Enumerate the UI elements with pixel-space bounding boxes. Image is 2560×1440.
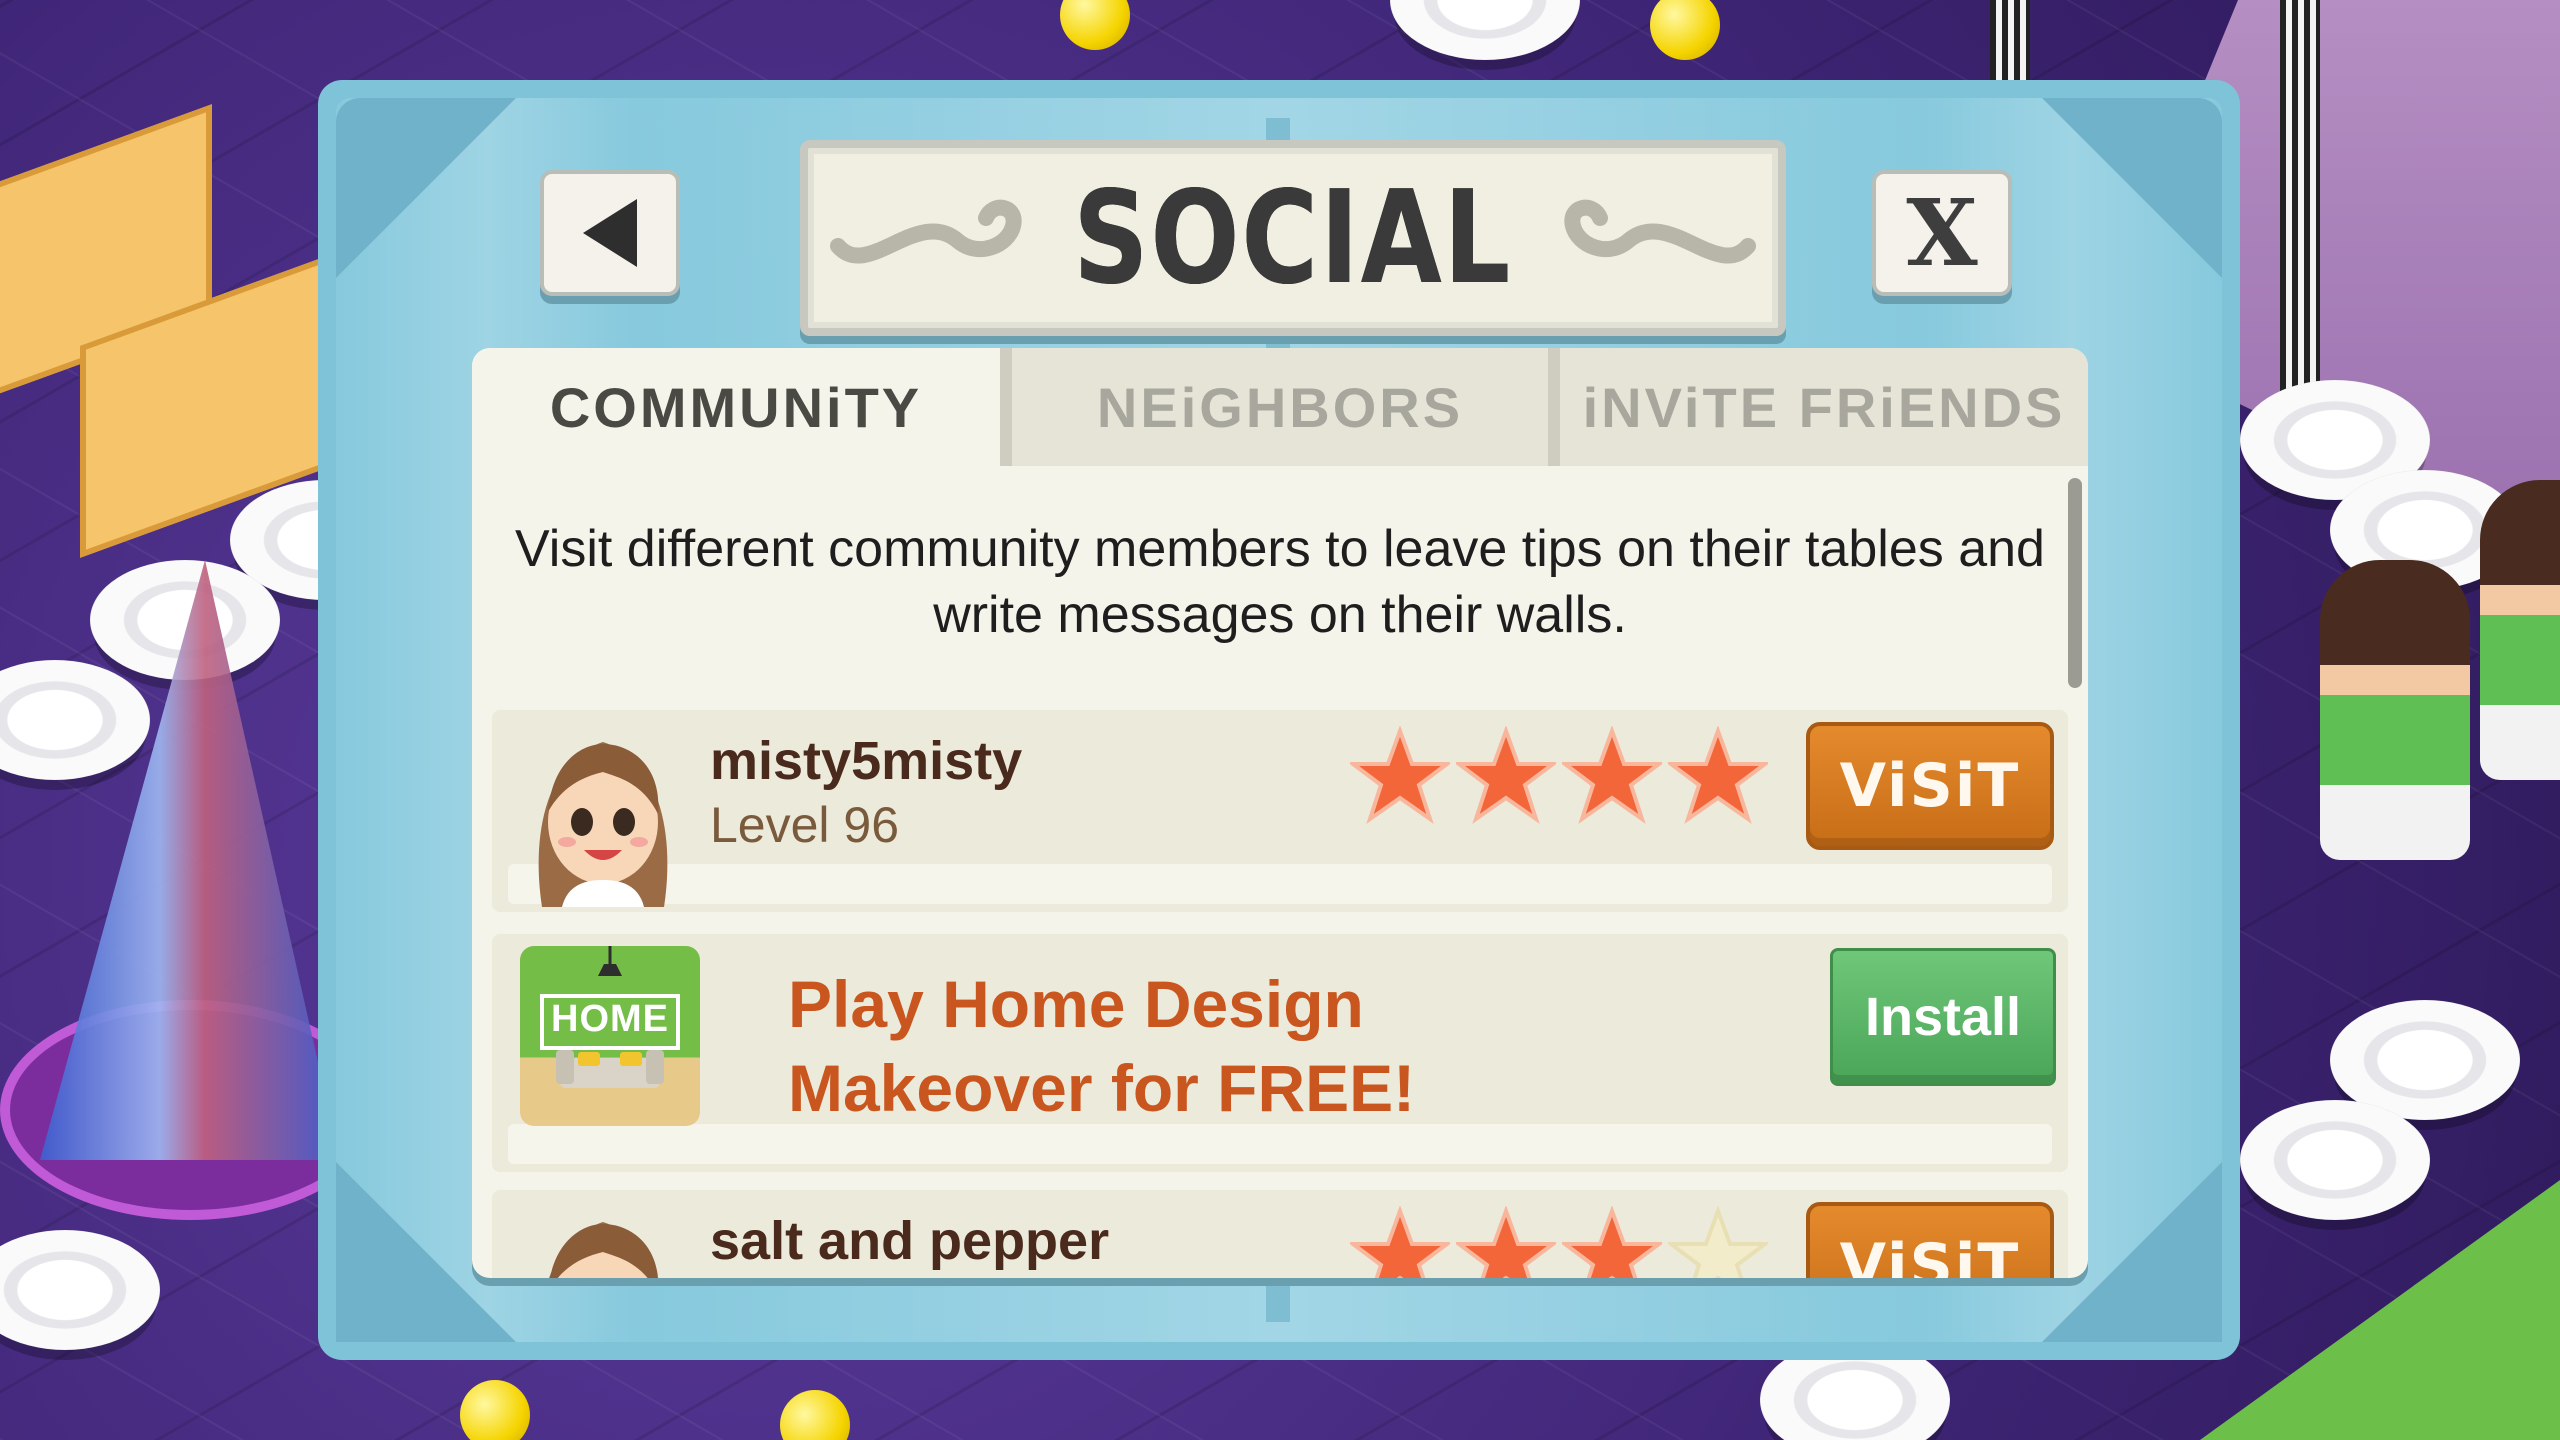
member-rating	[1350, 726, 1768, 826]
table	[0, 660, 150, 780]
avatar-icon	[549, 1222, 658, 1278]
tab-neighbors[interactable]: NEiGHBORS	[1000, 348, 1548, 466]
back-arrow-icon	[583, 199, 637, 267]
close-icon: X	[1906, 179, 1978, 287]
star-icon	[1668, 726, 1768, 825]
tab-community[interactable]: COMMUNiTY	[472, 348, 1000, 466]
swirl-ornament-icon	[1564, 199, 1756, 264]
tab-invite-friends[interactable]: iNViTE FRiENDS	[1548, 348, 2088, 466]
fountain	[40, 560, 340, 1160]
community-description: Visit different community members to lea…	[515, 520, 2045, 644]
visit-button[interactable]: ViSiT	[1806, 1202, 2054, 1278]
frame-corner	[336, 98, 516, 278]
dialog-title: SOCIAL	[1073, 163, 1513, 313]
member-level: Level 96	[710, 797, 900, 853]
character	[2320, 560, 2470, 860]
tab-bar: COMMUNiTY NEiGHBORS iNViTE FRiENDS	[472, 348, 2088, 466]
ad-text[interactable]: Play Home Design Makeover for FREE!	[788, 962, 1668, 1130]
scrollbar[interactable]	[2068, 478, 2082, 688]
coin	[1060, 0, 1130, 50]
member-row: misty5misty Level 96 ViSiT	[492, 710, 2068, 912]
character	[2480, 480, 2560, 780]
app-icon-label: HOME	[551, 998, 669, 1040]
coin	[460, 1380, 530, 1440]
row-shade	[508, 1124, 2052, 1164]
member-row: salt and pepper ViSiT	[492, 1190, 2068, 1278]
visit-button[interactable]: ViSiT	[1806, 722, 2054, 850]
close-button[interactable]: X	[1872, 170, 2012, 296]
star-icon	[1562, 726, 1662, 825]
frame-corner	[2042, 98, 2222, 278]
empty-star-icon	[1668, 1206, 1768, 1278]
table	[1390, 0, 1580, 60]
back-button[interactable]	[540, 170, 680, 296]
star-icon	[1350, 726, 1450, 825]
star-icon	[1456, 726, 1556, 825]
star-icon	[1456, 1206, 1556, 1278]
swirl-ornament-icon	[830, 199, 1022, 264]
member-name: salt and pepper	[710, 1211, 1110, 1271]
social-panel: COMMUNiTY NEiGHBORS iNViTE FRiENDS Visit…	[472, 348, 2088, 1278]
grass	[2200, 1180, 2560, 1440]
star-icon	[1350, 1206, 1450, 1278]
home-design-app-icon[interactable]: HOME	[520, 946, 700, 1126]
star-icon	[1562, 1206, 1662, 1278]
coin	[780, 1390, 850, 1440]
title-plate: SOCIAL	[800, 140, 1786, 336]
row-shade	[508, 864, 2052, 904]
avatar-icon	[538, 742, 668, 907]
install-button[interactable]: Install	[1830, 948, 2056, 1086]
table	[2240, 1100, 2430, 1220]
member-rating	[1350, 1206, 1768, 1278]
ad-row: HOME Play Home Design Makeover for FREE!…	[492, 934, 2068, 1172]
member-name: misty5misty	[710, 731, 1023, 791]
table	[0, 1230, 160, 1350]
coin	[1650, 0, 1720, 60]
